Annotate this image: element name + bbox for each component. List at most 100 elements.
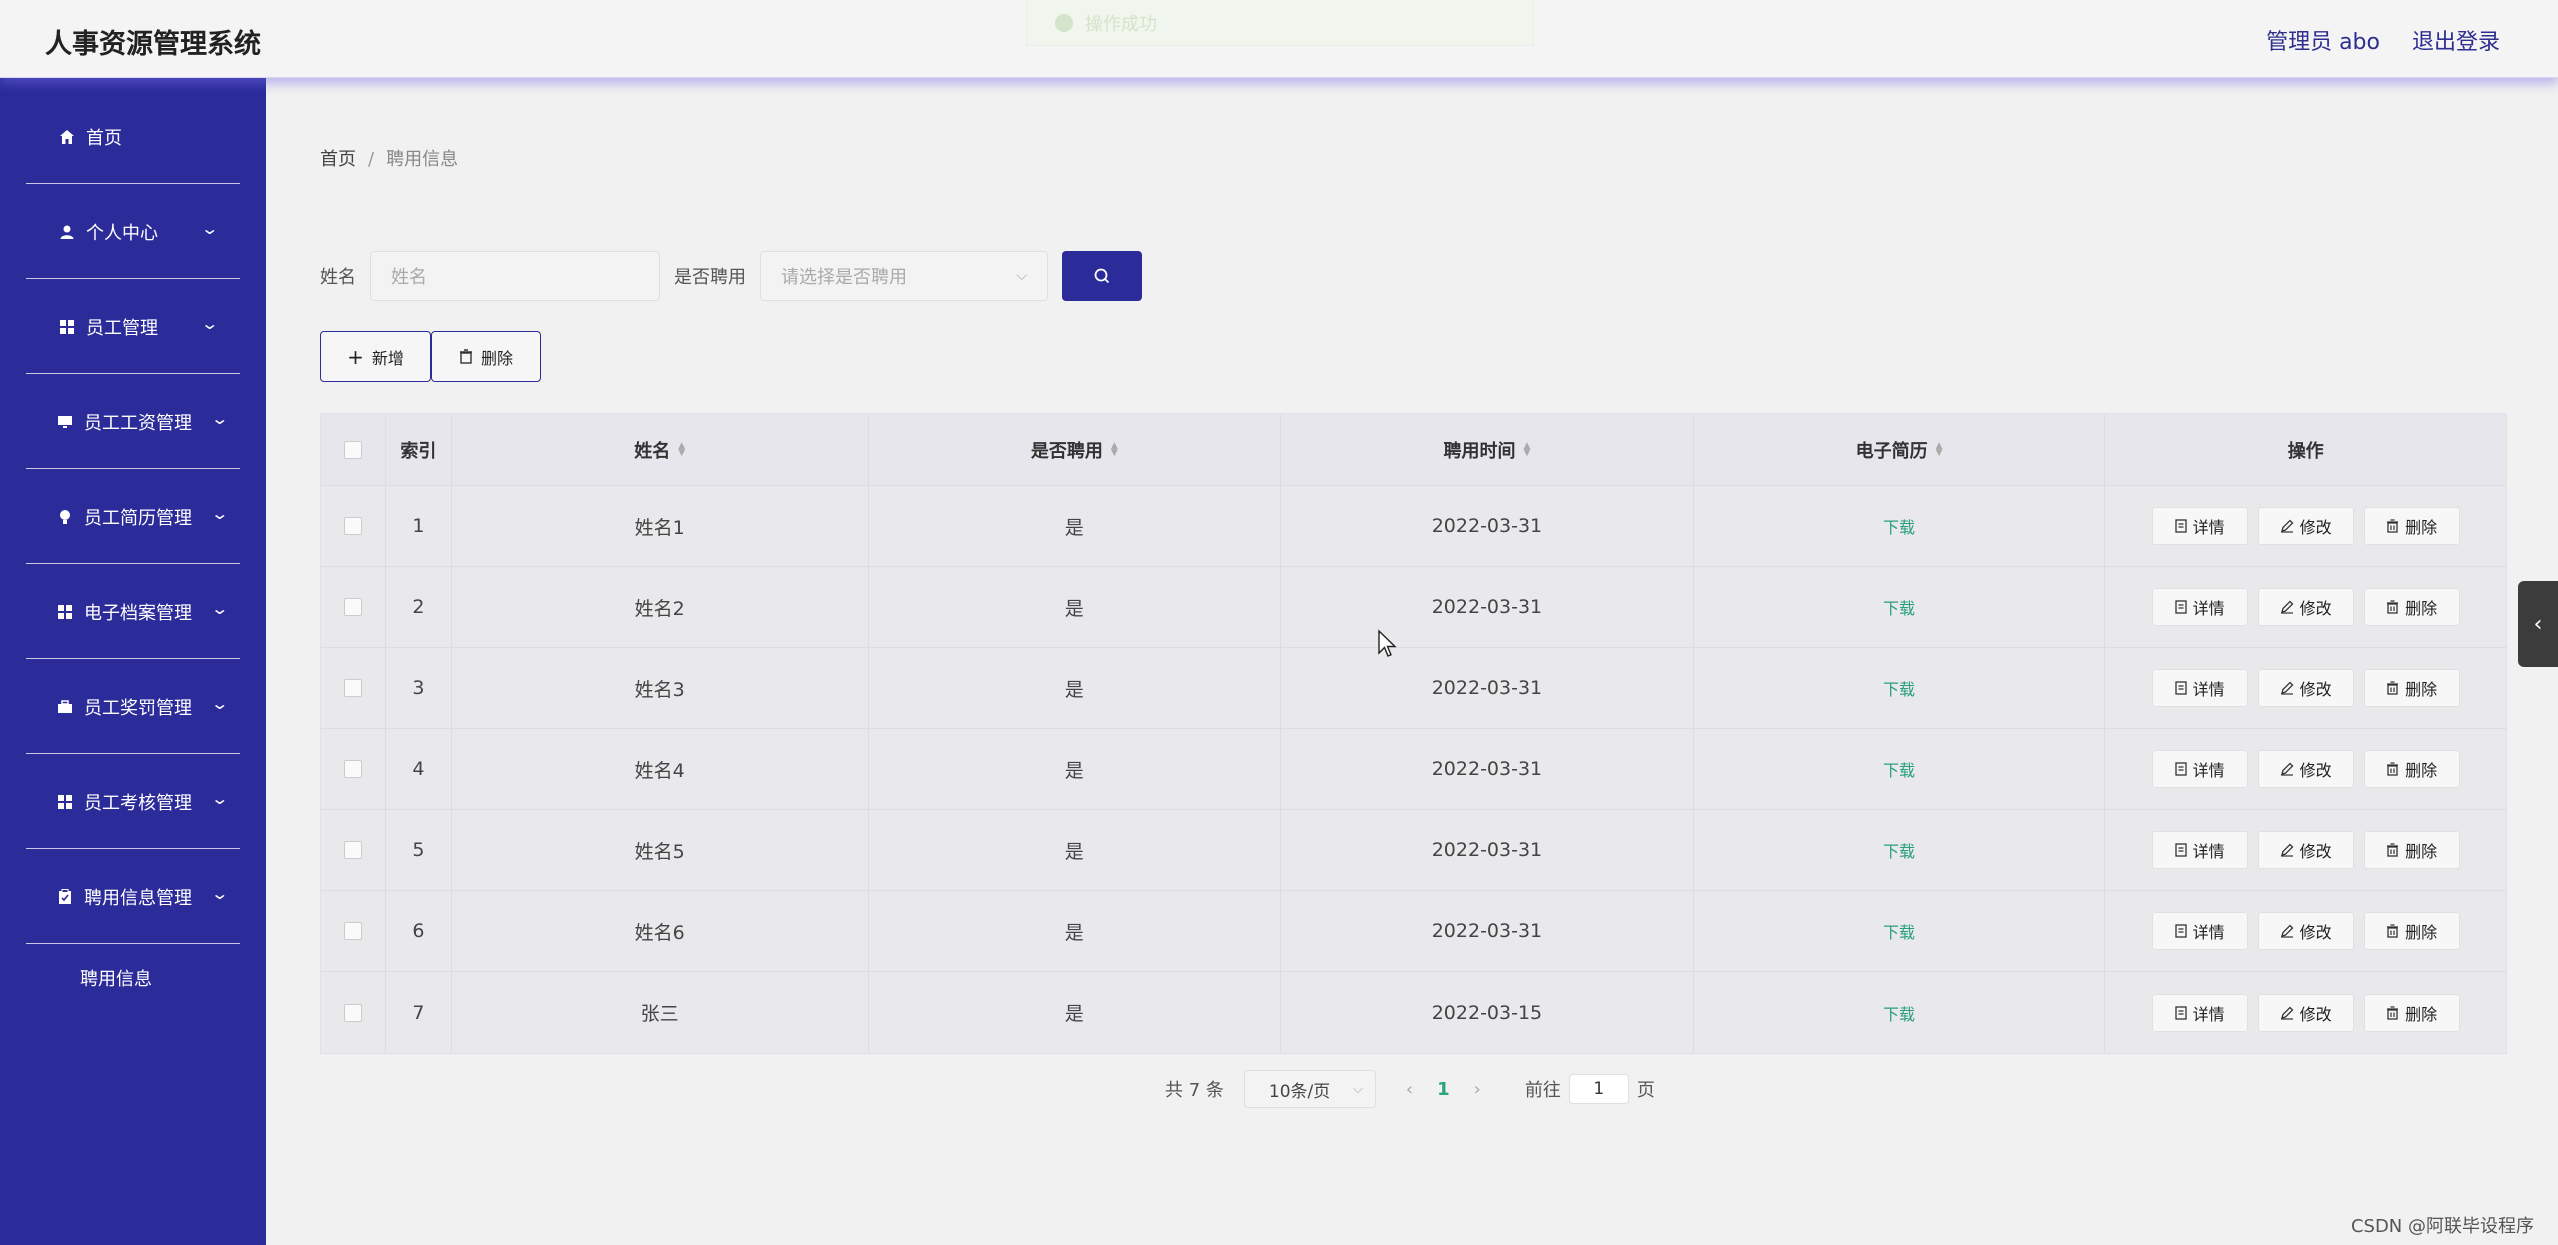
cell-index: 2: [386, 567, 452, 647]
cell-hired-value: 是: [1064, 840, 1084, 863]
sidebar-item-label: 员工简历管理: [84, 507, 192, 529]
clipboard-icon: [56, 888, 74, 906]
chevron-down-icon: ⌄: [199, 219, 219, 238]
edit-button[interactable]: 修改: [2257, 750, 2354, 788]
document-icon: [2175, 1005, 2187, 1020]
detail-button[interactable]: 详情: [2151, 831, 2248, 869]
edit-button[interactable]: 修改: [2257, 831, 2354, 869]
sort-icon[interactable]: ▲ ▼: [678, 441, 685, 457]
breadcrumb-home[interactable]: 首页: [320, 149, 356, 170]
delete-button[interactable]: 删除: [2363, 831, 2460, 869]
delete-button[interactable]: 删除: [2363, 669, 2460, 707]
header-hired[interactable]: 是否聘用 ▲ ▼: [869, 414, 1282, 485]
header-date[interactable]: 聘用时间 ▲ ▼: [1281, 414, 1694, 485]
row-checkbox[interactable]: [343, 841, 362, 859]
sidebar-subitem-hiring-info[interactable]: 聘用信息: [80, 965, 152, 991]
cell-name: 姓名5: [452, 810, 869, 890]
delete-button[interactable]: 删除: [2363, 588, 2460, 626]
edit-button[interactable]: 修改: [2257, 912, 2354, 950]
delete-button[interactable]: 删除: [2363, 750, 2460, 788]
detail-button[interactable]: 详情: [2151, 912, 2248, 950]
goto-label: 前往: [1524, 1080, 1561, 1101]
sidebar-item-assessment[interactable]: 员工考核管理 ⌄: [26, 755, 240, 849]
logout-link[interactable]: 退出登录: [2412, 24, 2500, 56]
page-size-select[interactable]: 10条/页 ⌵: [1243, 1070, 1376, 1108]
detail-button[interactable]: 详情: [2151, 750, 2248, 788]
edit-button[interactable]: 修改: [2257, 669, 2354, 707]
cell-date: 2022-03-31: [1281, 729, 1694, 809]
delete-button[interactable]: 删除: [2363, 507, 2460, 545]
delete-button[interactable]: 删除: [2363, 993, 2460, 1032]
edit-pencil-icon: [2280, 681, 2294, 695]
plus-icon: +: [347, 344, 364, 369]
search-button[interactable]: [1062, 251, 1142, 301]
delete-button[interactable]: 删除: [2363, 912, 2460, 950]
select-all-checkbox[interactable]: [343, 440, 362, 459]
sort-icon[interactable]: ▲ ▼: [1936, 441, 1943, 457]
resume-download-link[interactable]: 下载: [1883, 595, 1915, 619]
name-search-input[interactable]: 姓名: [370, 251, 660, 301]
hired-select[interactable]: 请选择是否聘用 ⌵: [760, 251, 1048, 301]
sidebar-item-home[interactable]: 首页: [26, 90, 240, 184]
sidebar-item-reward[interactable]: 员工奖罚管理 ⌄: [26, 660, 240, 754]
cell-hired-value: 是: [1064, 759, 1084, 782]
sidebar-item-salary[interactable]: 员工工资管理 ⌄: [26, 375, 240, 469]
sort-icon[interactable]: ▲ ▼: [1523, 441, 1530, 457]
row-checkbox[interactable]: [343, 1003, 362, 1022]
edit-button[interactable]: 修改: [2257, 993, 2354, 1032]
collapse-side-panel-button[interactable]: ‹: [2518, 581, 2558, 667]
cell-index: 1: [386, 486, 452, 566]
header-resume[interactable]: 电子简历 ▲ ▼: [1694, 414, 2106, 485]
sidebar-item-hiring[interactable]: 聘用信息管理 ⌄: [26, 850, 240, 944]
row-checkbox[interactable]: [343, 679, 362, 697]
sidebar-item-profile[interactable]: 个人中心 ⌄: [26, 185, 240, 279]
edit-button[interactable]: 修改: [2257, 588, 2354, 626]
detail-button[interactable]: 详情: [2151, 669, 2248, 707]
chevron-down-icon: ⌄: [209, 789, 229, 808]
trash-icon: [2387, 681, 2399, 695]
cell-actions: 详情 修改 删除: [2105, 567, 2506, 647]
row-checkbox[interactable]: [343, 922, 362, 940]
resume-download-link[interactable]: 下载: [1883, 757, 1915, 781]
toast-message: 操作成功: [1085, 13, 1157, 35]
cell-name: 姓名2: [452, 567, 869, 647]
row-select-cell: [321, 567, 386, 647]
header-name[interactable]: 姓名 ▲ ▼: [452, 414, 869, 485]
add-button[interactable]: + 新增: [320, 331, 431, 382]
resume-download-link[interactable]: 下载: [1883, 838, 1915, 862]
detail-button[interactable]: 详情: [2151, 993, 2248, 1032]
sidebar-item-employee[interactable]: 员工管理 ⌄: [26, 280, 240, 374]
cell-actions: 详情 修改 删除: [2105, 972, 2506, 1053]
bulk-delete-button[interactable]: 删除: [431, 331, 541, 382]
delete-button-label: 删除: [2405, 923, 2438, 942]
sidebar-item-archive[interactable]: 电子档案管理 ⌄: [26, 565, 240, 659]
row-select-cell: [321, 972, 386, 1053]
row-checkbox[interactable]: [343, 760, 362, 778]
goto-page-input[interactable]: 1: [1568, 1074, 1629, 1104]
row-checkbox[interactable]: [343, 517, 362, 535]
cell-name-value: 姓名5: [634, 840, 685, 863]
detail-button[interactable]: 详情: [2151, 588, 2248, 626]
cell-name: 姓名3: [452, 648, 869, 728]
sidebar-item-resume[interactable]: 员工简历管理 ⌄: [26, 470, 240, 564]
cell-index: 3: [386, 648, 452, 728]
edit-button[interactable]: 修改: [2257, 507, 2354, 545]
detail-button[interactable]: 详情: [2151, 507, 2248, 545]
next-page-icon[interactable]: ›: [1474, 1079, 1481, 1100]
total-count: 共 7 条: [1165, 1080, 1224, 1101]
detail-button-label: 详情: [2192, 842, 2225, 861]
header-date-label: 聘用时间: [1443, 440, 1516, 462]
resume-download-link[interactable]: 下载: [1883, 919, 1915, 943]
resume-download-link[interactable]: 下载: [1883, 1001, 1915, 1025]
current-user[interactable]: 管理员 abo: [2266, 24, 2380, 56]
cell-index-value: 2: [412, 596, 425, 618]
sort-icon[interactable]: ▲ ▼: [1111, 441, 1118, 457]
document-icon: [2175, 600, 2187, 614]
cell-hired: 是: [869, 486, 1282, 566]
prev-page-icon[interactable]: ‹: [1406, 1079, 1413, 1100]
resume-download-link[interactable]: 下载: [1883, 676, 1915, 700]
resume-download-link[interactable]: 下载: [1883, 514, 1915, 538]
table-row: 2 姓名2 是 2022-03-31 下载 详情 修改 删除: [321, 567, 2506, 648]
row-checkbox[interactable]: [343, 598, 362, 616]
page-number-current[interactable]: 1: [1437, 1079, 1450, 1100]
